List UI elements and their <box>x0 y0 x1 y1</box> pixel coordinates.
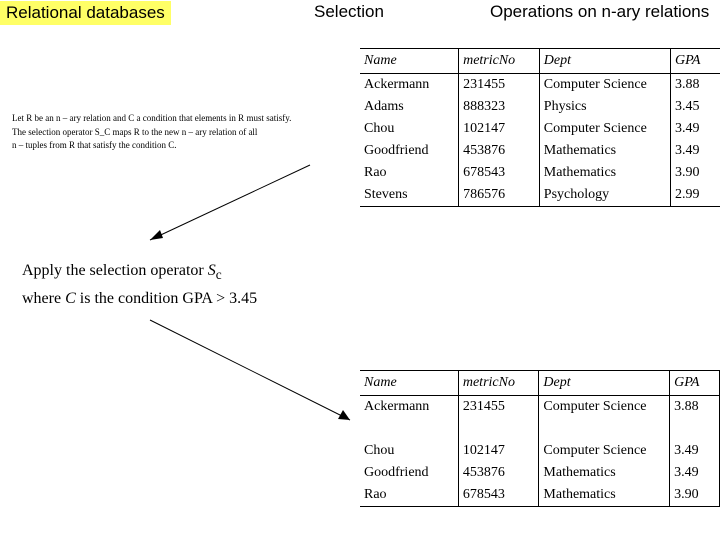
definition-line: n – tuples from R that satisfy the condi… <box>12 139 352 153</box>
col-header-gpa: GPA <box>670 49 720 74</box>
table-row: Chou102147Computer Science3.49 <box>360 118 720 140</box>
definition-line: Let R be an n – ary relation and C a con… <box>12 112 352 126</box>
cell: Ackermann <box>360 396 458 419</box>
slide-title: Selection <box>314 2 384 22</box>
cell: Chou <box>360 118 459 140</box>
cell: 231455 <box>458 396 539 419</box>
cell: Mathematics <box>539 162 670 184</box>
table-row: Stevens786576Psychology2.99 <box>360 184 720 207</box>
arrow-icon <box>130 160 330 260</box>
table-row: Ackermann231455Computer Science3.88 <box>360 396 720 419</box>
cell: Mathematics <box>539 140 670 162</box>
cell: 678543 <box>458 484 539 507</box>
cell: Stevens <box>360 184 459 207</box>
operator-subscript: c <box>216 267 222 282</box>
definition-text: Let R be an n – ary relation and C a con… <box>12 112 352 153</box>
topic-highlight: Relational databases <box>0 1 171 25</box>
table-gap-row <box>360 418 720 440</box>
col-header-gpa: GPA <box>670 371 720 396</box>
cell: Chou <box>360 440 458 462</box>
cell: 3.88 <box>670 74 720 97</box>
text: where <box>22 290 65 307</box>
cell: 3.49 <box>670 440 720 462</box>
cell: Rao <box>360 484 458 507</box>
cell: Computer Science <box>539 118 670 140</box>
cell: Physics <box>539 96 670 118</box>
table-row: Rao678543Mathematics3.90 <box>360 162 720 184</box>
cell: Computer Science <box>539 74 670 97</box>
col-header-name: Name <box>360 371 458 396</box>
cell: Mathematics <box>539 462 670 484</box>
apply-line2: where C is the condition GPA > 3.45 <box>22 286 257 312</box>
cell: 453876 <box>459 140 540 162</box>
cell: Computer Science <box>539 440 670 462</box>
cell: 453876 <box>458 462 539 484</box>
table-row: Ackermann231455Computer Science3.88 <box>360 74 720 97</box>
text: selection operator <box>90 262 208 279</box>
cell: Psychology <box>539 184 670 207</box>
cell: 231455 <box>459 74 540 97</box>
operator-S: S <box>208 262 216 279</box>
text: Apply the <box>22 262 86 279</box>
table-row: Goodfriend453876Mathematics3.49 <box>360 462 720 484</box>
apply-text: Apply the selection operator Sc where C … <box>22 258 257 311</box>
input-relation-table: Name metricNo Dept GPA Ackermann231455Co… <box>360 48 720 207</box>
cell: 3.49 <box>670 140 720 162</box>
cell: Adams <box>360 96 459 118</box>
arrow-icon <box>140 310 370 440</box>
table-row: Rao678543Mathematics3.90 <box>360 484 720 507</box>
table-row: Goodfriend453876Mathematics3.49 <box>360 140 720 162</box>
cell: 786576 <box>459 184 540 207</box>
output-relation-table: Name metricNo Dept GPA Ackermann231455Co… <box>360 370 720 507</box>
table-row: Adams888323Physics3.45 <box>360 96 720 118</box>
table-row: Chou102147Computer Science3.49 <box>360 440 720 462</box>
col-header-name: Name <box>360 49 459 74</box>
slide-subtitle: Operations on n-ary relations <box>490 2 709 22</box>
cell: 102147 <box>458 440 539 462</box>
cell: Computer Science <box>539 396 670 419</box>
cell: 3.90 <box>670 162 720 184</box>
cell: Mathematics <box>539 484 670 507</box>
cell: 3.49 <box>670 118 720 140</box>
col-header-dept: Dept <box>539 49 670 74</box>
cell: 678543 <box>459 162 540 184</box>
cell: 3.45 <box>670 96 720 118</box>
cell: 3.49 <box>670 462 720 484</box>
definition-line: The selection operator S_C maps R to the… <box>12 126 352 140</box>
cell: Ackermann <box>360 74 459 97</box>
text: is the condition GPA > 3.45 <box>76 290 257 307</box>
col-header-metric: metricNo <box>458 371 539 396</box>
cell: Goodfriend <box>360 140 459 162</box>
cell: 3.90 <box>670 484 720 507</box>
cell: Goodfriend <box>360 462 458 484</box>
condition-C: C <box>65 290 76 307</box>
cell: 3.88 <box>670 396 720 419</box>
apply-line1: Apply the selection operator Sc <box>22 258 257 286</box>
cell: 102147 <box>459 118 540 140</box>
cell: 888323 <box>459 96 540 118</box>
cell: Rao <box>360 162 459 184</box>
col-header-dept: Dept <box>539 371 670 396</box>
col-header-metric: metricNo <box>459 49 540 74</box>
cell: 2.99 <box>670 184 720 207</box>
